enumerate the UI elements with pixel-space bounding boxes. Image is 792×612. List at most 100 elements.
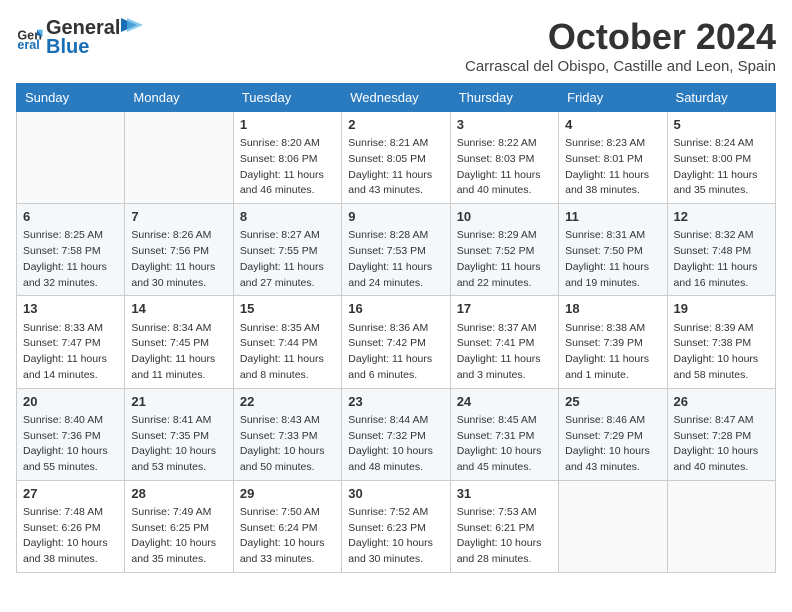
day-info: Sunrise: 8:37 AM Sunset: 7:41 PM Dayligh…	[457, 321, 552, 384]
day-info: Sunrise: 8:40 AM Sunset: 7:36 PM Dayligh…	[23, 413, 118, 476]
day-info: Sunrise: 8:41 AM Sunset: 7:35 PM Dayligh…	[131, 413, 226, 476]
location-title: Carrascal del Obispo, Castille and Leon,…	[465, 58, 776, 75]
header-sunday: Sunday	[17, 84, 125, 112]
day-info: Sunrise: 8:25 AM Sunset: 7:58 PM Dayligh…	[23, 228, 118, 291]
header-saturday: Saturday	[667, 84, 775, 112]
day-info: Sunrise: 8:20 AM Sunset: 8:06 PM Dayligh…	[240, 136, 335, 199]
day-number: 16	[348, 300, 443, 318]
calendar-cell: 8 Sunrise: 8:27 AM Sunset: 7:55 PM Daylig…	[233, 204, 341, 296]
calendar-cell: 26 Sunrise: 8:47 AM Sunset: 7:28 PM Dayli…	[667, 388, 775, 480]
day-number: 21	[131, 393, 226, 411]
day-number: 7	[131, 208, 226, 226]
day-info: Sunrise: 8:28 AM Sunset: 7:53 PM Dayligh…	[348, 228, 443, 291]
calendar-week-row: 13 Sunrise: 8:33 AM Sunset: 7:47 PM Dayli…	[17, 296, 776, 388]
day-info: Sunrise: 8:46 AM Sunset: 7:29 PM Dayligh…	[565, 413, 660, 476]
day-number: 2	[348, 116, 443, 134]
day-number: 18	[565, 300, 660, 318]
day-info: Sunrise: 8:43 AM Sunset: 7:33 PM Dayligh…	[240, 413, 335, 476]
day-info: Sunrise: 8:35 AM Sunset: 7:44 PM Dayligh…	[240, 321, 335, 384]
calendar-cell	[17, 112, 125, 204]
calendar-cell: 16 Sunrise: 8:36 AM Sunset: 7:42 PM Dayli…	[342, 296, 450, 388]
day-info: Sunrise: 8:27 AM Sunset: 7:55 PM Dayligh…	[240, 228, 335, 291]
day-info: Sunrise: 8:23 AM Sunset: 8:01 PM Dayligh…	[565, 136, 660, 199]
day-number: 6	[23, 208, 118, 226]
day-info: Sunrise: 8:38 AM Sunset: 7:39 PM Dayligh…	[565, 321, 660, 384]
calendar-table: SundayMondayTuesdayWednesdayThursdayFrid…	[16, 83, 776, 573]
day-number: 25	[565, 393, 660, 411]
day-info: Sunrise: 8:31 AM Sunset: 7:50 PM Dayligh…	[565, 228, 660, 291]
day-number: 14	[131, 300, 226, 318]
day-number: 12	[674, 208, 769, 226]
day-number: 8	[240, 208, 335, 226]
day-info: Sunrise: 8:29 AM Sunset: 7:52 PM Dayligh…	[457, 228, 552, 291]
day-info: Sunrise: 7:48 AM Sunset: 6:26 PM Dayligh…	[23, 505, 118, 568]
day-number: 3	[457, 116, 552, 134]
day-info: Sunrise: 8:39 AM Sunset: 7:38 PM Dayligh…	[674, 321, 769, 384]
day-info: Sunrise: 8:26 AM Sunset: 7:56 PM Dayligh…	[131, 228, 226, 291]
svg-text:eral: eral	[17, 38, 39, 52]
calendar-cell: 11 Sunrise: 8:31 AM Sunset: 7:50 PM Dayli…	[559, 204, 667, 296]
calendar-cell: 24 Sunrise: 8:45 AM Sunset: 7:31 PM Dayli…	[450, 388, 558, 480]
day-number: 5	[674, 116, 769, 134]
day-number: 20	[23, 393, 118, 411]
day-number: 22	[240, 393, 335, 411]
header-thursday: Thursday	[450, 84, 558, 112]
calendar-cell: 9 Sunrise: 8:28 AM Sunset: 7:53 PM Daylig…	[342, 204, 450, 296]
day-number: 29	[240, 485, 335, 503]
calendar-week-row: 27 Sunrise: 7:48 AM Sunset: 6:26 PM Dayli…	[17, 480, 776, 572]
day-info: Sunrise: 8:36 AM Sunset: 7:42 PM Dayligh…	[348, 321, 443, 384]
calendar-cell: 18 Sunrise: 8:38 AM Sunset: 7:39 PM Dayli…	[559, 296, 667, 388]
day-number: 15	[240, 300, 335, 318]
day-number: 11	[565, 208, 660, 226]
calendar-cell	[125, 112, 233, 204]
calendar-week-row: 1 Sunrise: 8:20 AM Sunset: 8:06 PM Daylig…	[17, 112, 776, 204]
day-number: 4	[565, 116, 660, 134]
day-number: 1	[240, 116, 335, 134]
calendar-cell: 10 Sunrise: 8:29 AM Sunset: 7:52 PM Dayli…	[450, 204, 558, 296]
calendar-cell: 22 Sunrise: 8:43 AM Sunset: 7:33 PM Dayli…	[233, 388, 341, 480]
day-info: Sunrise: 8:34 AM Sunset: 7:45 PM Dayligh…	[131, 321, 226, 384]
page-header: Gen eral General Blue October 2024 Carra…	[16, 16, 776, 75]
header-wednesday: Wednesday	[342, 84, 450, 112]
title-block: October 2024 Carrascal del Obispo, Casti…	[465, 16, 776, 75]
header-friday: Friday	[559, 84, 667, 112]
month-title: October 2024	[465, 16, 776, 58]
calendar-week-row: 6 Sunrise: 8:25 AM Sunset: 7:58 PM Daylig…	[17, 204, 776, 296]
day-number: 26	[674, 393, 769, 411]
day-number: 10	[457, 208, 552, 226]
calendar-header-row: SundayMondayTuesdayWednesdayThursdayFrid…	[17, 84, 776, 112]
calendar-cell	[667, 480, 775, 572]
calendar-cell: 4 Sunrise: 8:23 AM Sunset: 8:01 PM Daylig…	[559, 112, 667, 204]
day-number: 30	[348, 485, 443, 503]
day-number: 9	[348, 208, 443, 226]
day-number: 13	[23, 300, 118, 318]
logo-icon: Gen eral	[16, 24, 44, 52]
calendar-cell: 14 Sunrise: 8:34 AM Sunset: 7:45 PM Dayli…	[125, 296, 233, 388]
calendar-cell: 6 Sunrise: 8:25 AM Sunset: 7:58 PM Daylig…	[17, 204, 125, 296]
calendar-cell: 29 Sunrise: 7:50 AM Sunset: 6:24 PM Dayli…	[233, 480, 341, 572]
day-number: 23	[348, 393, 443, 411]
day-info: Sunrise: 8:21 AM Sunset: 8:05 PM Dayligh…	[348, 136, 443, 199]
calendar-cell: 27 Sunrise: 7:48 AM Sunset: 6:26 PM Dayli…	[17, 480, 125, 572]
day-info: Sunrise: 8:45 AM Sunset: 7:31 PM Dayligh…	[457, 413, 552, 476]
calendar-cell: 20 Sunrise: 8:40 AM Sunset: 7:36 PM Dayli…	[17, 388, 125, 480]
logo: Gen eral General Blue	[16, 16, 144, 59]
logo-arrow-icon	[121, 16, 143, 34]
day-number: 27	[23, 485, 118, 503]
calendar-week-row: 20 Sunrise: 8:40 AM Sunset: 7:36 PM Dayli…	[17, 388, 776, 480]
day-info: Sunrise: 8:33 AM Sunset: 7:47 PM Dayligh…	[23, 321, 118, 384]
calendar-cell: 21 Sunrise: 8:41 AM Sunset: 7:35 PM Dayli…	[125, 388, 233, 480]
calendar-cell: 25 Sunrise: 8:46 AM Sunset: 7:29 PM Dayli…	[559, 388, 667, 480]
day-info: Sunrise: 8:32 AM Sunset: 7:48 PM Dayligh…	[674, 228, 769, 291]
calendar-cell: 3Sunrise: 8:22 AM Sunset: 8:03 PM Daylig…	[450, 112, 558, 204]
calendar-cell: 2 Sunrise: 8:21 AM Sunset: 8:05 PM Daylig…	[342, 112, 450, 204]
calendar-cell: 5Sunrise: 8:24 AM Sunset: 8:00 PM Daylig…	[667, 112, 775, 204]
calendar-cell	[559, 480, 667, 572]
day-info: Sunrise: 7:50 AM Sunset: 6:24 PM Dayligh…	[240, 505, 335, 568]
header-monday: Monday	[125, 84, 233, 112]
day-number: 24	[457, 393, 552, 411]
calendar-cell: 7 Sunrise: 8:26 AM Sunset: 7:56 PM Daylig…	[125, 204, 233, 296]
day-number: 19	[674, 300, 769, 318]
day-info: Sunrise: 8:47 AM Sunset: 7:28 PM Dayligh…	[674, 413, 769, 476]
calendar-cell: 19 Sunrise: 8:39 AM Sunset: 7:38 PM Dayli…	[667, 296, 775, 388]
